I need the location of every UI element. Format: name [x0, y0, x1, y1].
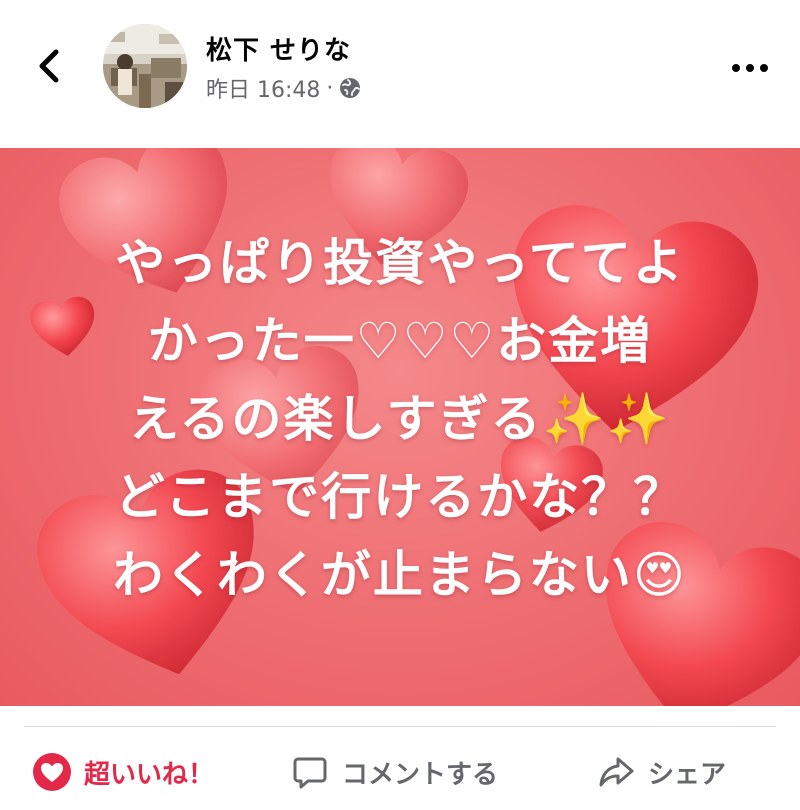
avatar-photo — [103, 24, 187, 108]
post-view: 松下 せりな 昨日 16:48 · やっぱり投資やっててよ かった一♡♡♡お金増… — [0, 0, 800, 810]
share-icon — [599, 757, 634, 787]
post-actions: 超いいね！ コメントする シェア — [0, 740, 800, 804]
more-horizontal-icon — [732, 64, 768, 72]
post-timestamp[interactable]: 昨日 16:48 — [206, 72, 320, 104]
super-like-button[interactable]: 超いいね！ — [32, 740, 214, 804]
comment-icon — [293, 757, 327, 789]
post-text-line: どこまで行けるかな？？ — [114, 468, 686, 526]
post-text-line: かった一♡♡♡お金増 — [147, 312, 653, 370]
more-options-button[interactable] — [728, 56, 772, 80]
globe-icon — [340, 78, 361, 98]
post-text: やっぱり投資やっててよ かった一♡♡♡お金増 えるの楽しすぎる✨✨ どこまで行け… — [0, 224, 800, 614]
super-like-label: 超いいね！ — [84, 759, 215, 790]
post-image[interactable]: やっぱり投資やっててよ かった一♡♡♡お金増 えるの楽しすぎる✨✨ どこまで行け… — [0, 148, 800, 706]
meta-separator: · — [326, 75, 334, 101]
author-name[interactable]: 松下 せりな — [206, 30, 351, 67]
chevron-left-icon — [39, 49, 59, 83]
share-button[interactable]: シェア — [596, 740, 726, 804]
post-text-line: えるの楽しすぎる✨✨ — [128, 390, 671, 448]
comment-label: コメントする — [342, 759, 499, 790]
share-label: シェア — [648, 759, 727, 790]
comment-button[interactable]: コメントする — [290, 740, 498, 804]
actions-divider — [24, 726, 776, 727]
back-button[interactable] — [30, 44, 70, 88]
post-text-line: わくわくが止まらない😍 — [112, 546, 688, 604]
post-text-line: やっぱり投資やっててよ — [115, 234, 685, 292]
post-meta: 昨日 16:48 · — [206, 72, 361, 104]
avatar[interactable] — [103, 24, 187, 108]
post-header: 松下 せりな 昨日 16:48 · — [0, 0, 800, 148]
heart-icon — [33, 753, 71, 791]
